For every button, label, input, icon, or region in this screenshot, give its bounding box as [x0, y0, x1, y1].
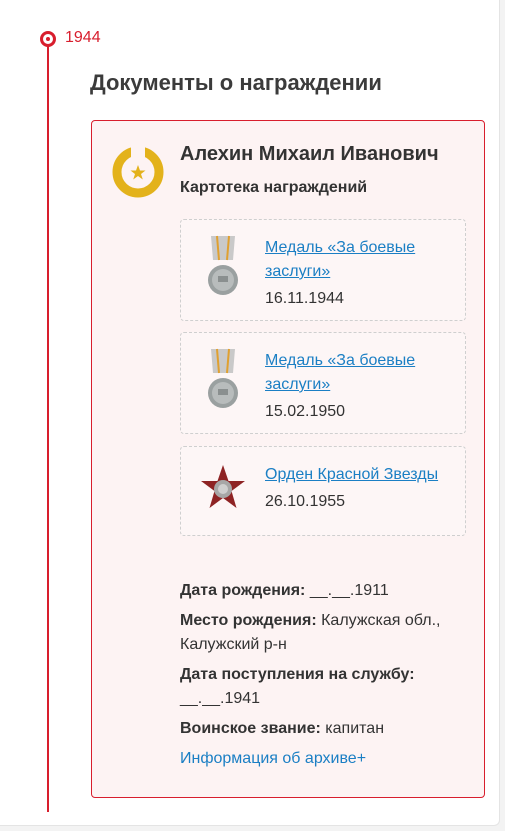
award-title-link[interactable]: Медаль «За боевые заслуги»: [265, 236, 455, 284]
award-date: 15.02.1950: [265, 403, 346, 420]
birth-place-row: Место рождения: Калужская обл., Калужски…: [180, 609, 470, 657]
birth-place-label: Место рождения:: [180, 612, 317, 629]
rank-value: капитан: [325, 720, 385, 737]
award-title-link[interactable]: Медаль «За боевые заслуги»: [265, 349, 455, 397]
award-date: 26.10.1955: [265, 493, 346, 510]
person-name: Алехин Михаил Иванович: [180, 143, 439, 165]
birth-date-value: __.__.1911: [309, 582, 389, 599]
service-start-row: Дата поступления на службу: __.__.1941: [180, 663, 470, 711]
birth-date-row: Дата рождения: __.__.1911: [180, 579, 470, 603]
rank-label: Воинское звание:: [180, 720, 321, 737]
rank-row: Воинское звание: капитан: [180, 717, 470, 741]
service-start-label: Дата поступления на службу:: [180, 666, 415, 683]
document-type: Картотека награждений: [180, 179, 368, 196]
medal-icon: [208, 235, 238, 295]
award-title-link[interactable]: Орден Красной Звезды: [265, 463, 455, 487]
award-item: Медаль «За боевые заслуги» 16.11.1944: [180, 219, 466, 321]
medal-icon: [208, 348, 238, 408]
award-date: 16.11.1944: [265, 290, 344, 307]
red-star-order-icon: [201, 465, 245, 508]
timeline-line: [47, 44, 49, 812]
award-item: Медаль «За боевые заслуги» 15.02.1950: [180, 332, 466, 434]
service-start-value: __.__.1941: [180, 690, 261, 707]
section-title: Документы о награждении: [90, 70, 382, 95]
person-info: Дата рождения: __.__.1911 Место рождения…: [180, 579, 470, 771]
birth-date-label: Дата рождения:: [180, 582, 306, 599]
award-badge-icon: [112, 145, 164, 198]
timeline-dot: [40, 31, 56, 47]
award-item: Орден Красной Звезды 26.10.1955: [180, 446, 466, 536]
award-document-panel: Алехин Михаил Иванович Картотека награжд…: [91, 120, 485, 798]
award-documents-card: 1944 Документы о награждении Алехин Миха…: [0, 0, 500, 826]
archive-info-link[interactable]: Информация об архиве+: [180, 747, 470, 771]
timeline-year: 1944: [65, 29, 101, 46]
